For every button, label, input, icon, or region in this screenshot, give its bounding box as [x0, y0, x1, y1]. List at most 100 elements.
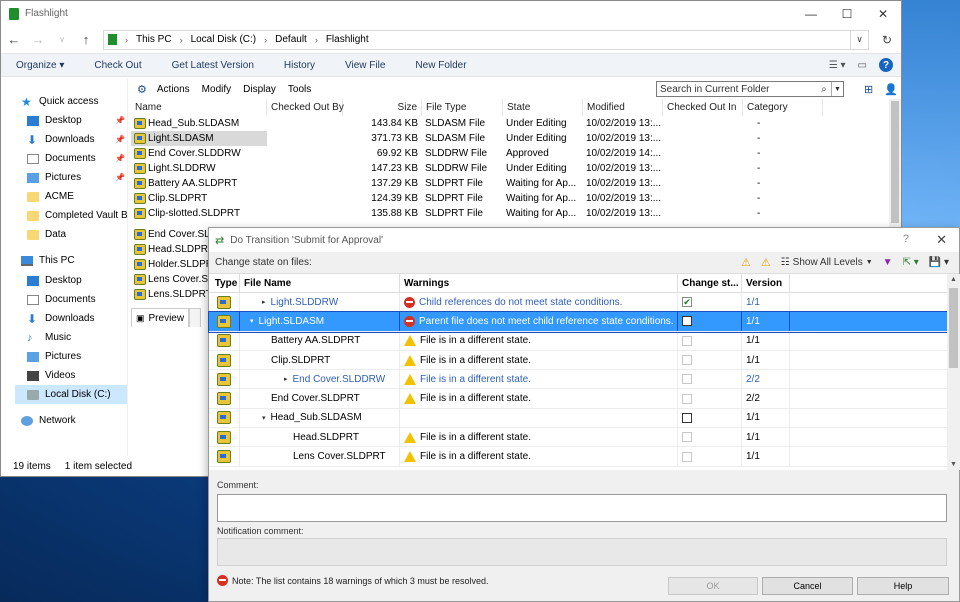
file-list-scrollbar[interactable] — [889, 99, 901, 229]
get-latest-version-button[interactable]: Get Latest Version — [157, 60, 269, 71]
ok-button[interactable]: OK — [668, 577, 758, 595]
show-all-levels-button[interactable]: ☷ Show All Levels ▼ — [781, 257, 873, 268]
change-state-checkbox[interactable] — [682, 432, 692, 443]
col-version[interactable]: Version — [742, 274, 790, 292]
change-state-checkbox[interactable] — [682, 374, 692, 385]
table-row[interactable]: Clip.SLDPRT File is in a different state.… — [209, 350, 947, 371]
scroll-thumb[interactable] — [949, 288, 958, 368]
expand-icon[interactable]: ▸ — [262, 298, 266, 306]
refresh-icon[interactable]: ↻ — [879, 33, 895, 47]
collapse-icon[interactable]: ▾ — [250, 317, 254, 325]
col-checked-out-by[interactable]: Checked Out By — [267, 99, 344, 116]
table-row[interactable]: Battery AA.SLDPRT 137.29 KB SLDPRT File Wai… — [131, 176, 891, 191]
change-state-checkbox[interactable] — [682, 393, 692, 404]
help-icon[interactable]: ? — [879, 58, 893, 72]
nav-pc-downloads[interactable]: ⬇ Downloads — [27, 309, 127, 328]
search-icon[interactable]: ⌕ — [817, 84, 831, 95]
expand-icon[interactable]: ▸ — [284, 375, 288, 383]
table-row[interactable]: Lens Cover.SLDPRT File is in a different … — [209, 447, 947, 467]
scroll-up-icon[interactable]: ▲ — [947, 276, 960, 283]
nav-quick-access[interactable]: ★ Quick access — [21, 92, 127, 111]
nav-pictures[interactable]: Pictures 📌 — [27, 168, 127, 187]
maximize-button[interactable]: ☐ — [829, 1, 865, 26]
address-bar[interactable]: › This PC › Local Disk (C:) › Default › … — [103, 29, 851, 50]
change-state-checkbox[interactable]: ✔ — [682, 297, 692, 308]
breadcrumb-this-pc[interactable]: This PC — [136, 34, 172, 45]
menu-modify[interactable]: Modify — [200, 84, 233, 95]
list-item[interactable]: Lens Cover.SL — [131, 272, 211, 287]
table-row[interactable]: Head.SLDPRT File is in a different state.… — [209, 428, 947, 448]
table-row[interactable]: ▾ Head_Sub.SLDASM 1/1 — [209, 408, 947, 429]
change-state-checkbox[interactable] — [682, 451, 692, 462]
col-file-type[interactable]: File Type — [422, 99, 503, 116]
table-row[interactable]: Light.SLDDRW 147.23 KB SLDDRW File Under Ed… — [131, 161, 891, 176]
tab-other[interactable] — [189, 308, 202, 327]
dialog-help-button[interactable]: ? — [903, 233, 909, 245]
nav-pc-music[interactable]: ♪ Music — [27, 328, 127, 347]
list-item[interactable]: Lens.SLDPRT — [131, 287, 211, 302]
nav-network[interactable]: Network — [21, 411, 127, 430]
table-row[interactable]: ▸ End Cover.SLDDRW File is in a different … — [209, 370, 947, 390]
breadcrumb-default[interactable]: Default — [275, 34, 307, 45]
nav-pc-documents[interactable]: Documents — [27, 290, 127, 309]
organize-button[interactable]: Organize ▾ — [1, 60, 79, 71]
menu-tools[interactable]: Tools — [286, 84, 313, 95]
scroll-down-icon[interactable]: ▼ — [947, 461, 960, 468]
menu-display[interactable]: Display — [241, 84, 278, 95]
forward-arrow-icon[interactable]: → — [31, 32, 45, 47]
search-input[interactable]: Search in Current Folder ⌕ ▼ — [656, 81, 844, 97]
next-warning-icon[interactable]: ⚠ — [761, 256, 771, 269]
table-row[interactable]: End Cover.SLDDRW 69.92 KB SLDDRW File Appro… — [131, 146, 891, 161]
nav-this-pc[interactable]: This PC — [21, 251, 127, 270]
nav-pc-pictures[interactable]: Pictures — [27, 347, 127, 366]
nav-pc-local-disk[interactable]: Local Disk (C:) — [15, 385, 127, 404]
col-category[interactable]: Category — [743, 99, 823, 116]
table-row[interactable]: ▸ Light.SLDDRW Child references do not mee… — [209, 293, 947, 313]
back-arrow-icon[interactable]: ← — [7, 32, 21, 47]
nav-documents[interactable]: Documents 📌 — [27, 149, 127, 168]
grid-scrollbar[interactable]: ▲ ▼ — [947, 274, 960, 470]
nav-pc-videos[interactable]: Videos — [27, 366, 127, 385]
table-row[interactable]: Clip.SLDPRT 124.39 KB SLDPRT File Waiting f… — [131, 191, 891, 206]
save-icon[interactable]: 💾 ▾ — [929, 257, 949, 268]
search-dropdown-icon[interactable]: ▼ — [831, 82, 843, 96]
table-row[interactable]: Battery AA.SLDPRT File is in a different … — [209, 331, 947, 351]
breadcrumb-local-disk[interactable]: Local Disk (C:) — [191, 34, 257, 45]
minimize-button[interactable]: — — [793, 1, 829, 26]
nav-data[interactable]: Data — [27, 225, 127, 244]
change-state-checkbox[interactable] — [682, 316, 692, 327]
filter-icon[interactable]: ▼ — [883, 257, 893, 268]
col-type[interactable]: Type — [209, 274, 240, 292]
previous-warning-icon[interactable]: ⚠ — [741, 256, 751, 269]
new-folder-button[interactable]: New Folder — [400, 60, 481, 71]
user-icon[interactable]: 👤 — [884, 83, 898, 96]
view-options-icon[interactable]: ☰ ▾ — [829, 60, 846, 71]
collapse-icon[interactable]: ▾ — [262, 414, 266, 422]
col-size[interactable]: Size — [343, 99, 422, 116]
scroll-thumb[interactable] — [891, 101, 899, 223]
dialog-close-button[interactable]: ✕ — [936, 232, 947, 248]
col-warnings[interactable]: Warnings — [400, 274, 678, 292]
col-modified[interactable]: Modified — [583, 99, 663, 116]
table-row[interactable]: ▾ Light.SLDASM Parent file does not meet c… — [208, 311, 948, 333]
change-state-checkbox[interactable] — [682, 355, 692, 366]
comment-field[interactable] — [217, 494, 947, 522]
col-name[interactable]: Name — [131, 99, 267, 116]
up-arrow-icon[interactable]: ↑ — [79, 32, 93, 47]
view-file-button[interactable]: View File — [330, 60, 400, 71]
cancel-button[interactable]: Cancel — [762, 577, 853, 595]
help-button[interactable]: Help — [857, 577, 949, 595]
preview-pane-icon[interactable]: ▭ — [858, 60, 867, 71]
change-state-checkbox[interactable] — [682, 412, 692, 423]
table-row[interactable]: Clip-slotted.SLDPRT 135.88 KB SLDPRT File W… — [131, 206, 891, 221]
col-file-name[interactable]: File Name — [240, 274, 400, 292]
check-out-button[interactable]: Check Out — [79, 60, 156, 71]
recent-dropdown-icon[interactable]: ∨ — [55, 35, 69, 44]
col-state[interactable]: State — [503, 99, 583, 116]
nav-desktop[interactable]: Desktop 📌 — [27, 111, 127, 130]
table-row[interactable]: End Cover.SLDPRT File is in a different s… — [209, 389, 947, 409]
col-checked-out-in[interactable]: Checked Out In — [663, 99, 743, 116]
nav-pc-desktop[interactable]: Desktop — [27, 271, 127, 290]
history-button[interactable]: History — [269, 60, 330, 71]
menu-actions[interactable]: Actions — [155, 84, 192, 95]
